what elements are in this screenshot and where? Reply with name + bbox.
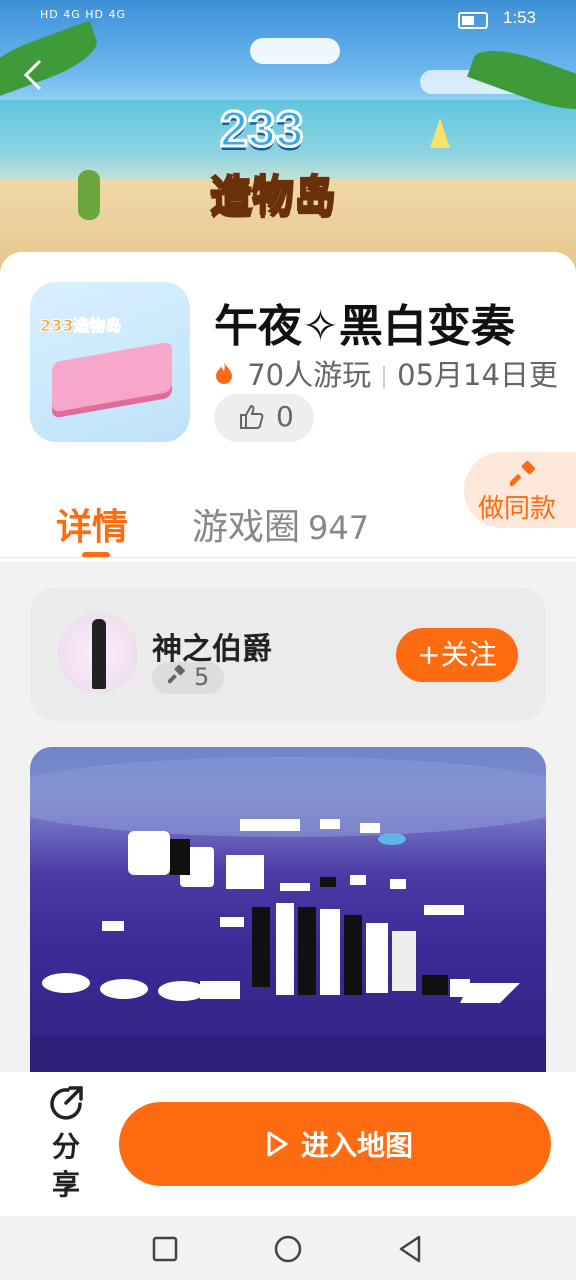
game-meta: 70人游玩 05月14日更 [214,352,558,394]
avatar[interactable] [58,613,138,693]
recent-apps-icon[interactable] [152,1236,178,1262]
chevron-left-icon [23,59,42,91]
system-nav-bar [0,1216,576,1280]
logo-text: 造物岛 [209,170,337,221]
like-count: 0 [276,400,294,433]
author-card[interactable]: 神之伯爵 5 +关注 [30,588,546,721]
divider [0,557,576,558]
network-indicators: HD 4G HD 4G [40,8,127,21]
like-button[interactable]: 0 [214,394,314,442]
game-thumbnail: 233造物岛 [30,282,190,442]
hammer-icon [510,461,535,487]
hammer-icon [167,664,186,690]
home-icon[interactable] [274,1235,302,1263]
game-title: 午夜✧黑白变奏 [214,301,515,352]
cactus [78,170,100,220]
tab-game-circle[interactable]: 游戏圈 947 [192,498,369,550]
enter-map-button[interactable]: 进入地图 [119,1102,551,1186]
author-works-count: 5 [194,663,210,691]
thumbnail-logo: 233造物岛 [39,316,122,336]
battery-icon [458,12,488,29]
play-icon [267,1131,288,1157]
tab-game-circle-label: 游戏圈 [192,507,301,548]
author-works-badge: 5 [152,662,224,694]
logo-number: 233 [218,100,304,159]
bottom-action-bar: 分享 进入地图 [0,1072,576,1216]
make-same-button[interactable]: 做同款 [464,452,576,528]
game-info-card: 233造物岛 午夜✧黑白变奏 70人游玩 05月14日更 0 详情 游戏圈 947 … [0,252,576,562]
follow-button[interactable]: +关注 [396,628,518,682]
fire-icon [214,358,243,392]
back-button[interactable] [22,58,52,98]
share-icon[interactable] [48,1084,86,1122]
share-button[interactable]: 分享 [52,1128,82,1204]
tab-game-circle-count: 947 [308,509,370,547]
player-count: 70人游玩 [247,358,372,392]
enter-map-label: 进入地图 [301,1129,414,1162]
banner-image: 233 造物岛 [0,0,576,285]
update-date: 05月14日更 [397,358,558,392]
tab-details[interactable]: 详情 [56,498,128,550]
map-preview-image[interactable] [30,747,546,1077]
preview-scene [30,757,546,1077]
back-nav-icon[interactable] [398,1234,422,1264]
status-time: 1:53 [502,8,536,27]
status-bar: HD 4G HD 4G 1:53 [0,0,576,38]
thumbs-up-icon [240,404,264,429]
make-same-label: 做同款 [478,494,557,524]
sailboat [430,118,450,148]
game-logo: 233 造物岛 [200,100,380,230]
